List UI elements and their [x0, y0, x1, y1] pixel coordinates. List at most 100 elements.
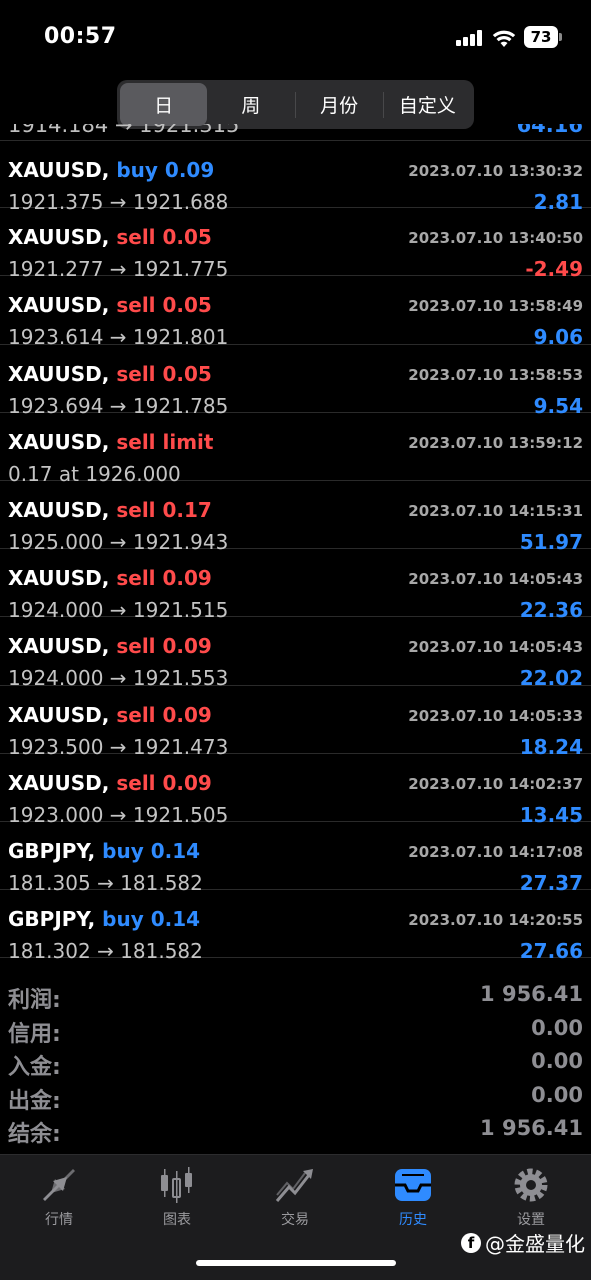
- candlestick-chart-icon: [161, 1167, 192, 1203]
- deal-row[interactable]: GBPJPY, buy 0.14 2023.07.10 14:20:55 181…: [0, 890, 591, 963]
- deal-row[interactable]: XAUUSD, sell 0.09 2023.07.10 14:02:37 19…: [0, 754, 591, 827]
- deal-side: sell 0.09: [116, 702, 212, 727]
- period-segmented-control: 日 周 月份 自定义: [117, 80, 474, 129]
- deal-prices: 181.302 → 181.582: [8, 939, 203, 964]
- deal-side: sell 0.05: [116, 293, 212, 318]
- deal-side: sell 0.17: [116, 497, 212, 522]
- deal-side: buy 0.14: [102, 838, 201, 863]
- trade-trend-icon: [275, 1169, 313, 1202]
- deal-symbol: XAUUSD,: [8, 634, 110, 659]
- tab-history[interactable]: 历史: [354, 1165, 472, 1229]
- summary-label: 结余:: [8, 1122, 61, 1147]
- summary-label: 利润:: [8, 988, 61, 1013]
- battery-icon: 73: [524, 26, 562, 48]
- gear-icon: [514, 1168, 548, 1202]
- deal-time: 2023.07.10 14:20:55: [408, 911, 583, 930]
- period-tab-week[interactable]: 周: [207, 83, 294, 126]
- summary-label: 出金:: [8, 1088, 61, 1114]
- deal-time: 2023.07.10 14:02:37: [408, 774, 583, 793]
- period-tab-day[interactable]: 日: [120, 83, 208, 126]
- quotes-arrows-icon: [43, 1169, 75, 1201]
- period-tab-month[interactable]: 月份: [296, 83, 383, 126]
- deal-row[interactable]: XAUUSD, sell 0.09 2023.07.10 14:05:43 19…: [0, 549, 591, 622]
- order-type: sell limit: [116, 429, 214, 454]
- deal-symbol: XAUUSD,: [8, 293, 110, 318]
- summary-credit: 信用: 0.00: [0, 1014, 591, 1048]
- deal-time: 2023.07.10 13:40:50: [408, 229, 583, 248]
- wifi-icon: [492, 30, 516, 47]
- deal-symbol: XAUUSD,: [8, 158, 110, 182]
- deal-time: 2023.07.10 13:30:32: [408, 162, 583, 180]
- deal-row[interactable]: XAUUSD, sell 0.05 2023.07.10 13:58:53 19…: [0, 345, 591, 418]
- deal-side: sell 0.05: [116, 225, 212, 250]
- account-summary: 利润: 1 956.41 信用: 0.00 入金: 0.00 出金: 0.00 …: [0, 980, 591, 1148]
- tab-label: 历史: [399, 1212, 427, 1228]
- deal-row[interactable]: XAUUSD, buy 0.09 2023.07.10 13:30:32 192…: [0, 140, 591, 214]
- deal-time: 2023.07.10 13:58:49: [408, 297, 583, 316]
- deal-row[interactable]: XAUUSD, sell 0.05 2023.07.10 13:40:50 19…: [0, 208, 591, 281]
- deal-side: buy 0.09: [116, 158, 215, 182]
- summary-balance: 结余: 1 956.41: [0, 1114, 591, 1148]
- summary-value: 0.00: [531, 1049, 583, 1073]
- status-bar: 00:57 73: [0, 0, 591, 76]
- deal-time: 2023.07.10 14:05:33: [408, 706, 583, 725]
- deal-symbol: GBPJPY,: [8, 907, 96, 932]
- deal-row[interactable]: XAUUSD, sell 0.09 2023.07.10 14:05:43 19…: [0, 617, 591, 690]
- deal-time: 2023.07.10 14:05:43: [408, 570, 583, 589]
- summary-label: 入金:: [8, 1055, 61, 1080]
- tab-label: 图表: [163, 1212, 191, 1228]
- summary-value: 0.00: [531, 1015, 583, 1040]
- deal-time: 2023.07.10 14:17:08: [408, 842, 583, 861]
- tab-settings[interactable]: 设置: [472, 1165, 590, 1229]
- deal-row[interactable]: XAUUSD, sell 0.17 2023.07.10 14:15:31 19…: [0, 481, 591, 554]
- history-tray-icon: [395, 1169, 431, 1201]
- partial-deal-row[interactable]: 1914.184 → 1921.315 64.16: [0, 124, 591, 140]
- deal-time: 2023.07.10 14:15:31: [408, 501, 583, 520]
- deal-side: sell 0.09: [116, 770, 212, 795]
- social-logo-icon: f: [461, 1232, 481, 1253]
- deal-symbol: XAUUSD,: [8, 770, 110, 795]
- summary-value: 1 956.41: [480, 982, 583, 1006]
- deal-side: sell 0.05: [116, 361, 212, 386]
- watermark: f @金盛量化: [461, 1228, 585, 1257]
- deal-profit: 27.66: [519, 939, 583, 964]
- summary-profit: 利润: 1 956.41: [0, 980, 591, 1014]
- deal-symbol: XAUUSD,: [8, 566, 110, 591]
- summary-value: 0.00: [531, 1082, 583, 1107]
- tab-label: 交易: [281, 1212, 309, 1228]
- summary-withdrawal: 出金: 0.00: [0, 1081, 591, 1115]
- tab-chart[interactable]: 图表: [118, 1165, 236, 1229]
- tab-label: 行情: [45, 1212, 73, 1228]
- battery-level: 73: [524, 26, 558, 48]
- summary-label: 信用:: [8, 1021, 61, 1047]
- watermark-text: @金盛量化: [485, 1232, 585, 1256]
- order-row[interactable]: XAUUSD, sell limit 2023.07.10 13:59:12 0…: [0, 413, 591, 486]
- period-tab-custom[interactable]: 自定义: [384, 83, 471, 126]
- summary-deposit: 入金: 0.00: [0, 1047, 591, 1081]
- deal-prices: 1914.184 → 1921.315: [8, 124, 240, 137]
- deal-symbol: XAUUSD,: [8, 702, 110, 727]
- deal-side: sell 0.09: [116, 634, 212, 659]
- deal-time: 2023.07.10 14:05:43: [408, 638, 583, 657]
- deal-row[interactable]: XAUUSD, sell 0.09 2023.07.10 14:05:33 19…: [0, 686, 591, 759]
- deal-symbol: XAUUSD,: [8, 429, 110, 454]
- home-indicator: [196, 1260, 396, 1266]
- deal-time: 2023.07.10 13:59:12: [408, 433, 583, 452]
- deal-symbol: XAUUSD,: [8, 497, 110, 522]
- deal-symbol: GBPJPY,: [8, 838, 96, 863]
- deal-symbol: XAUUSD,: [8, 225, 110, 250]
- deal-profit: 64.16: [516, 124, 583, 137]
- deal-row[interactable]: XAUUSD, sell 0.05 2023.07.10 13:58:49 19…: [0, 276, 591, 349]
- tab-trade[interactable]: 交易: [236, 1165, 354, 1229]
- tab-label: 设置: [517, 1212, 545, 1228]
- deal-time: 2023.07.10 13:58:53: [408, 365, 583, 384]
- deal-side: buy 0.14: [102, 907, 201, 932]
- deal-side: sell 0.09: [116, 566, 212, 591]
- summary-value: 1 956.41: [480, 1116, 583, 1140]
- status-time: 00:57: [44, 24, 117, 49]
- deal-history-list[interactable]: XAUUSD, buy 0.09 2023.07.10 13:30:32 192…: [0, 140, 591, 963]
- deal-symbol: XAUUSD,: [8, 361, 110, 386]
- deal-row[interactable]: GBPJPY, buy 0.14 2023.07.10 14:17:08 181…: [0, 822, 591, 895]
- tab-quotes[interactable]: 行情: [0, 1165, 118, 1229]
- cellular-signal-icon: [456, 30, 484, 46]
